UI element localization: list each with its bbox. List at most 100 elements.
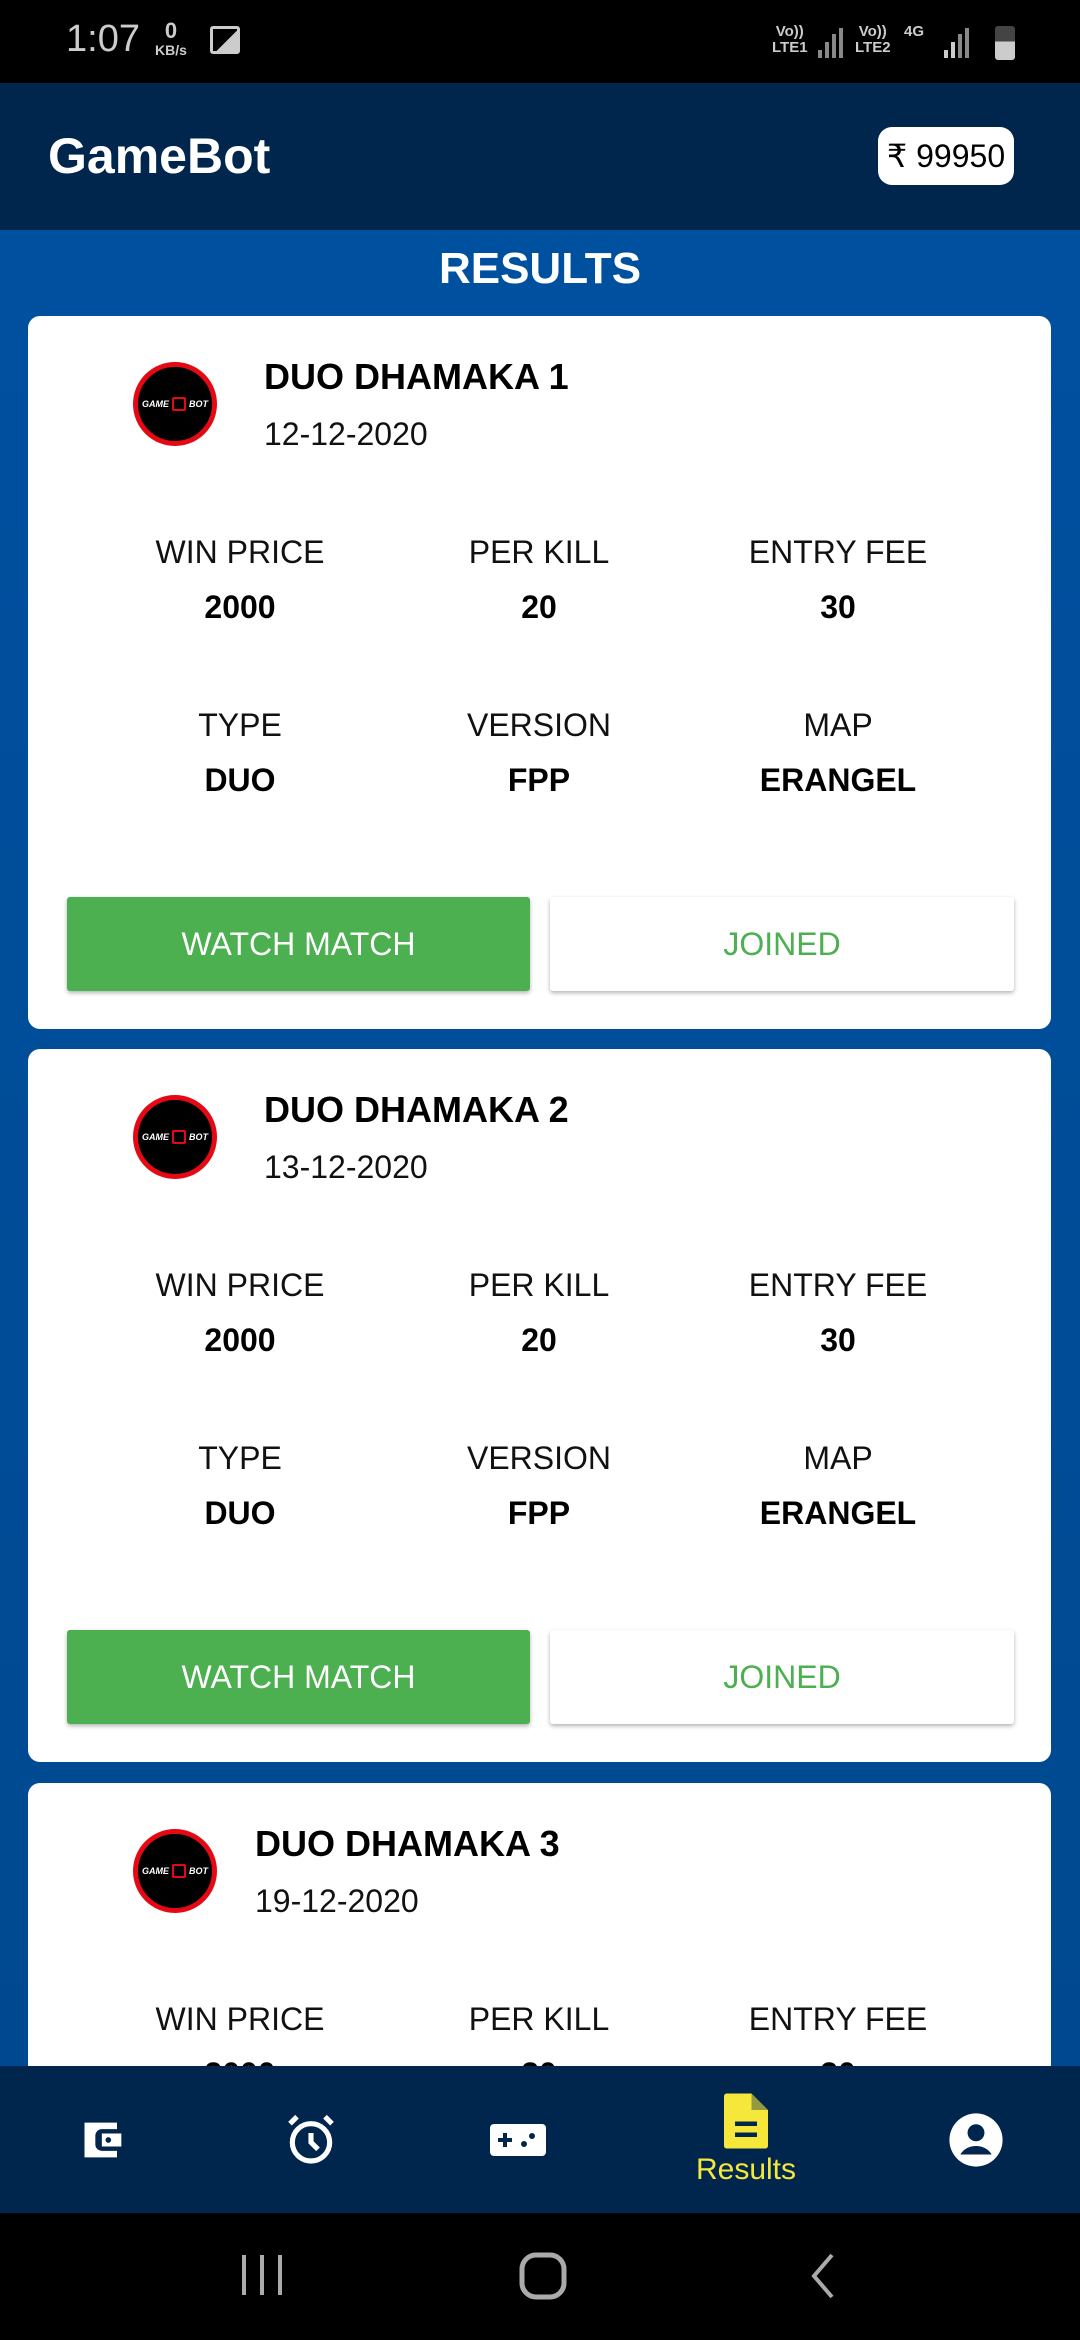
nav-wallet[interactable] (24, 2066, 184, 2213)
logo-text: BOT (189, 1866, 208, 1876)
net-speed-unit: KB/s (155, 42, 187, 58)
alarm-icon (288, 2114, 334, 2164)
match-map: MAP ERANGEL (688, 707, 988, 799)
stat-label: PER KILL (468, 2001, 610, 2037)
stat-value: 30 (820, 1322, 856, 1358)
per-kill: PER KILL 20 (389, 534, 689, 626)
gamepad-icon (490, 2123, 546, 2156)
logo-text: GAME (142, 1132, 169, 1142)
network-type: 4G (904, 23, 925, 40)
stat-label: PER KILL (468, 534, 610, 570)
battery-icon (995, 26, 1015, 60)
stat-label: ENTRY FEE (748, 534, 928, 570)
match-date: 12-12-2020 (264, 416, 428, 452)
per-kill: PER KILL 20 (389, 1267, 689, 1359)
watch-match-button[interactable]: WATCH MATCH (67, 897, 530, 991)
wallet-balance[interactable]: ₹ 99950 (878, 127, 1014, 185)
logo-text: BOT (189, 1132, 208, 1142)
stat-label: ENTRY FEE (748, 1267, 928, 1303)
match-title: DUO DHAMAKA 1 (264, 356, 569, 397)
wallet-icon (84, 2122, 122, 2157)
match-date: 13-12-2020 (264, 1149, 428, 1185)
nav-results-label: Results (695, 2152, 797, 2186)
stat-value: 20 (521, 1322, 557, 1358)
gamebot-logo: GAME BOT (133, 1829, 217, 1913)
signal-sim2-icon (944, 26, 970, 58)
match-title: DUO DHAMAKA 2 (264, 1089, 569, 1130)
gamebot-logo: GAME BOT (133, 362, 217, 446)
win-price: WIN PRICE 2000 (90, 2001, 390, 2066)
stat-value: FPP (507, 762, 571, 798)
recent-apps-icon[interactable] (240, 2251, 284, 2299)
match-version: VERSION FPP (389, 1440, 689, 1532)
entry-fee: ENTRY FEE 30 (688, 534, 988, 626)
system-nav-bar (0, 2213, 1080, 2340)
match-date: 19-12-2020 (255, 1883, 419, 1919)
results-icon (724, 2093, 768, 2148)
joined-button[interactable]: JOINED (550, 1630, 1014, 1724)
gallery-notification-icon (210, 26, 240, 54)
page-title: RESULTS (438, 244, 642, 293)
match-card: GAME BOT DUO DHAMAKA 1 12-12-2020 WIN PRI… (28, 316, 1051, 1029)
status-time: 1:07 (66, 18, 140, 60)
nav-results[interactable]: Results (666, 2066, 826, 2213)
results-list[interactable]: RESULTS GAME BOT DUO DHAMAKA 1 12-12-2020… (0, 230, 1080, 2066)
signal-sim1-icon (818, 26, 844, 58)
match-card: GAME BOT DUO DHAMAKA 3 19-12-2020 WIN PRI… (28, 1783, 1051, 2066)
stat-label: PER KILL (468, 1267, 610, 1303)
gamebot-logo: GAME BOT (133, 1095, 217, 1179)
home-icon[interactable] (518, 2251, 568, 2301)
stat-value: 30 (688, 2056, 988, 2066)
stat-value: 2000 (204, 589, 276, 625)
match-type: TYPE DUO (90, 1440, 390, 1532)
watch-match-button[interactable]: WATCH MATCH (67, 1630, 530, 1724)
profile-icon (949, 2112, 1003, 2167)
stat-label: WIN PRICE (155, 2001, 325, 2037)
stat-label: WIN PRICE (155, 1267, 325, 1303)
stat-value: 20 (389, 2056, 689, 2066)
win-price: WIN PRICE 2000 (90, 534, 390, 626)
nav-profile[interactable] (896, 2066, 1056, 2213)
entry-fee: ENTRY FEE 30 (688, 1267, 988, 1359)
stat-label: TYPE (198, 707, 282, 743)
stat-value: 20 (521, 589, 557, 625)
bottom-nav: Results (0, 2066, 1080, 2213)
joined-button[interactable]: JOINED (550, 897, 1014, 991)
entry-fee: ENTRY FEE 30 (688, 2001, 988, 2066)
stat-value: 2000 (90, 2056, 390, 2066)
stat-value: ERANGEL (759, 762, 917, 798)
sim1-label: Vo)) LTE1 (772, 23, 808, 56)
stat-label: MAP (803, 707, 873, 743)
match-card: GAME BOT DUO DHAMAKA 2 13-12-2020 WIN PRI… (28, 1049, 1051, 1762)
match-map: MAP ERANGEL (688, 1440, 988, 1532)
net-speed: 0 KB/s (155, 18, 187, 59)
app-title: GameBot (48, 128, 271, 184)
match-title: DUO DHAMAKA 3 (255, 1823, 560, 1864)
net-speed-value: 0 (164, 18, 178, 43)
logo-text: GAME (142, 399, 169, 409)
stat-label: VERSION (466, 1440, 612, 1476)
sim2-label: Vo)) LTE2 (855, 23, 891, 56)
win-price: WIN PRICE 2000 (90, 1267, 390, 1359)
app-header: GameBot ₹ 99950 (0, 83, 1080, 230)
per-kill: PER KILL 20 (389, 2001, 689, 2066)
stat-label: MAP (803, 1440, 873, 1476)
stat-label: WIN PRICE (155, 534, 325, 570)
stat-label: VERSION (466, 707, 612, 743)
match-type: TYPE DUO (90, 707, 390, 799)
stat-value: ERANGEL (759, 1495, 917, 1531)
stat-value: FPP (507, 1495, 571, 1531)
stat-value: DUO (204, 762, 276, 798)
nav-upcoming[interactable] (231, 2066, 391, 2213)
match-version: VERSION FPP (389, 707, 689, 799)
stat-value: 30 (820, 589, 856, 625)
stat-value: DUO (204, 1495, 276, 1531)
back-icon[interactable] (808, 2251, 838, 2301)
stat-label: ENTRY FEE (748, 2001, 928, 2037)
stat-value: 2000 (204, 1322, 276, 1358)
status-bar: 1:07 0 KB/s Vo)) LTE1 Vo)) LTE2 4G (0, 0, 1080, 83)
nav-play[interactable] (438, 2066, 598, 2213)
logo-text: BOT (189, 399, 208, 409)
logo-text: GAME (142, 1866, 169, 1876)
stat-label: TYPE (198, 1440, 282, 1476)
